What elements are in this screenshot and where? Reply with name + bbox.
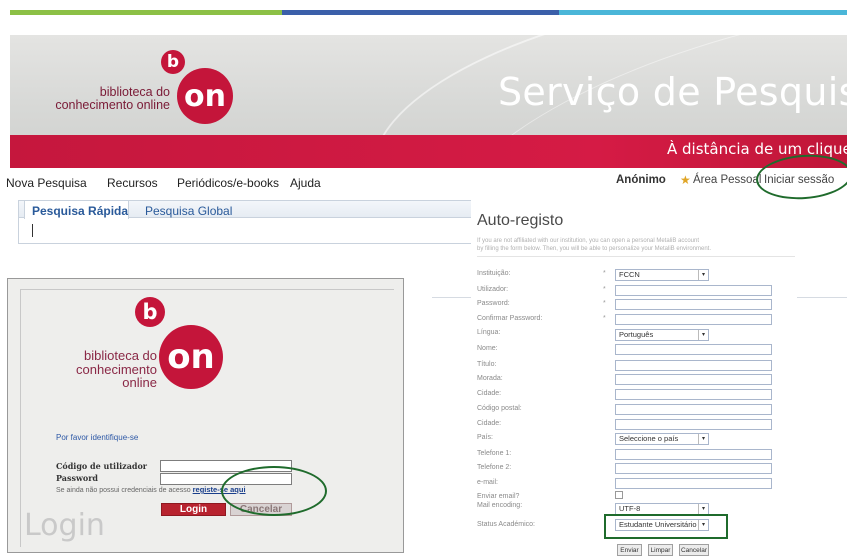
address-label: Morada: [477, 375, 503, 382]
login-logo-b-bubble: b [135, 297, 165, 327]
country-label: País: [477, 434, 493, 441]
nav-journals-ebooks[interactable]: Periódicos/e-books [177, 176, 279, 190]
personal-area-link[interactable]: Área Pessoal [693, 174, 761, 186]
clear-button[interactable]: Limpar [648, 544, 673, 556]
country-select[interactable]: Seleccione o país ▾ [615, 433, 709, 445]
login-button[interactable]: Login [161, 503, 226, 516]
institution-label: Instituição: [477, 270, 511, 277]
register-hint: Se ainda não possui credenciais de acess… [56, 485, 246, 494]
name-input[interactable] [615, 344, 772, 355]
name-label: Nome: [477, 345, 498, 352]
confirm-password-label: Confirmar Password: [477, 315, 543, 322]
search-panel: Pesquisa Rápida Pesquisa Global [18, 200, 488, 244]
language-select[interactable]: Português ▾ [615, 329, 709, 341]
chevron-down-icon: ▾ [698, 434, 708, 444]
email-input[interactable] [615, 478, 772, 489]
phone1-label: Telefone 1: [477, 450, 512, 457]
title-label: Título: [477, 361, 497, 368]
login-panel: biblioteca do conhecimento online b on P… [7, 278, 404, 553]
send-email-label: Enviar email? [477, 493, 520, 500]
nav-new-search[interactable]: Nova Pesquisa [6, 176, 87, 190]
phone1-input[interactable] [615, 449, 772, 460]
logo-b-bubble: b [161, 50, 185, 74]
top-strip-cyan [559, 10, 847, 15]
login-watermark: Login [24, 508, 105, 543]
email-label: e-mail: [477, 479, 499, 486]
nav-resources[interactable]: Recursos [107, 176, 158, 190]
academic-status-label: Status Académico: [477, 521, 535, 528]
login-logo-line-3: online [122, 375, 157, 391]
registration-intro-2: by filling the form below. Then, you wil… [477, 246, 712, 252]
chevron-down-icon: ▾ [698, 270, 708, 280]
top-strip-blue [282, 10, 559, 15]
search-input[interactable] [23, 222, 483, 240]
mail-encoding-label: Mail encoding: [477, 502, 523, 509]
main-nav: Nova Pesquisa Recursos Periódicos/e-book… [0, 172, 847, 194]
registration-intro-1: If you are not affiliated with our insti… [477, 238, 700, 244]
chevron-down-icon: ▾ [698, 330, 708, 340]
postal-code-label: Código postal: [477, 405, 522, 412]
highlight-register-link [221, 466, 327, 516]
login-prompt: Por favor identifique-se [56, 433, 139, 442]
language-value: Português [619, 330, 654, 339]
postal-code-input[interactable] [615, 404, 772, 415]
registration-panel: Auto-registo If you are not affiliated w… [471, 198, 797, 556]
tab-global-search[interactable]: Pesquisa Global [145, 204, 232, 218]
user-code-label: Código de utilizador [56, 461, 148, 471]
login-logo-on-bubble: on [159, 325, 223, 389]
country-value: Seleccione o país [619, 434, 679, 443]
institution-value: FCCN [619, 270, 640, 279]
nav-help[interactable]: Ajuda [290, 176, 321, 190]
user-label: Utilizador: [477, 286, 509, 293]
register-hint-text: Se ainda não possui credenciais de acess… [56, 487, 191, 494]
send-button[interactable]: Enviar [617, 544, 642, 556]
chevron-down-icon: ▾ [698, 504, 708, 514]
title-input[interactable] [615, 360, 772, 371]
user-name: Anónimo [616, 174, 666, 186]
login-logo: biblioteca do conhecimento online b on [68, 295, 248, 405]
top-strip-green [10, 10, 282, 15]
phone2-input[interactable] [615, 463, 772, 474]
site-logo[interactable]: biblioteca do conhecimento online b on [40, 48, 240, 140]
logo-on-bubble: on [177, 68, 233, 124]
login-logo-line-1: biblioteca do [84, 348, 157, 363]
city-label: Cidade: [477, 390, 502, 397]
city2-input[interactable] [615, 419, 772, 430]
reg-cancel-button[interactable]: Cancelar [679, 544, 709, 556]
confirm-password-input[interactable] [615, 314, 772, 325]
reg-user-input[interactable] [615, 285, 772, 296]
send-email-checkbox[interactable] [615, 491, 623, 499]
tab-quick-search[interactable]: Pesquisa Rápida [24, 200, 129, 219]
city2-label: Cidade: [477, 420, 502, 427]
service-title: Serviço de Pesquisa [498, 70, 847, 114]
reg-password-label: Password: [477, 300, 510, 307]
mail-encoding-value: UTF-8 [619, 504, 641, 513]
institution-select[interactable]: FCCN ▾ [615, 269, 709, 281]
registration-title: Auto-registo [477, 212, 564, 229]
highlight-academic-status [604, 514, 728, 539]
phone2-label: Telefone 2: [477, 464, 512, 471]
language-label: Língua: [477, 329, 501, 336]
address-input[interactable] [615, 374, 772, 385]
password-label: Password [56, 473, 99, 483]
login-logo-line-2: conhecimento [76, 361, 157, 377]
star-icon: ★ [680, 173, 691, 187]
tab-quick-search-label: Pesquisa Rápida [32, 204, 129, 218]
logo-line-2: conhecimento online [55, 98, 170, 113]
city-input[interactable] [615, 389, 772, 400]
reg-password-input[interactable] [615, 299, 772, 310]
